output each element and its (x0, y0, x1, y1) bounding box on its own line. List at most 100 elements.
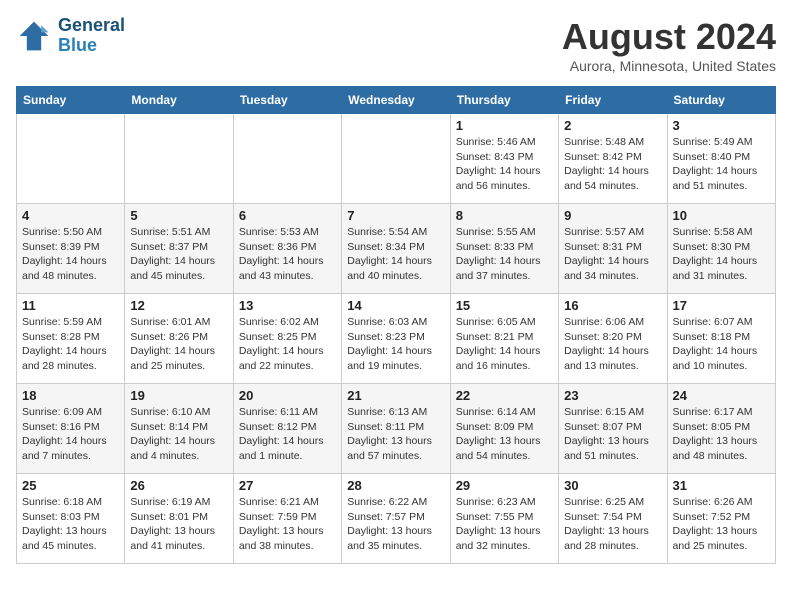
calendar-cell: 27 Sunrise: 6:21 AM Sunset: 7:59 PM Dayli… (233, 474, 341, 564)
day-info: Sunrise: 6:17 AM Sunset: 8:05 PM Dayligh… (673, 405, 770, 464)
month-title: August 2024 (562, 16, 776, 58)
day-number: 15 (456, 298, 553, 313)
day-number: 29 (456, 478, 553, 493)
day-number: 16 (564, 298, 661, 313)
calendar-week-row: 4 Sunrise: 5:50 AM Sunset: 8:39 PM Daylig… (17, 204, 776, 294)
day-number: 23 (564, 388, 661, 403)
day-info: Sunrise: 6:25 AM Sunset: 7:54 PM Dayligh… (564, 495, 661, 554)
calendar-cell: 9 Sunrise: 5:57 AM Sunset: 8:31 PM Daylig… (559, 204, 667, 294)
day-number: 19 (130, 388, 227, 403)
logo-icon (16, 18, 52, 54)
calendar-cell: 7 Sunrise: 5:54 AM Sunset: 8:34 PM Daylig… (342, 204, 450, 294)
day-number: 25 (22, 478, 119, 493)
calendar-cell: 10 Sunrise: 5:58 AM Sunset: 8:30 PM Dayli… (667, 204, 775, 294)
day-number: 27 (239, 478, 336, 493)
calendar-cell: 13 Sunrise: 6:02 AM Sunset: 8:25 PM Dayli… (233, 294, 341, 384)
day-info: Sunrise: 6:23 AM Sunset: 7:55 PM Dayligh… (456, 495, 553, 554)
calendar-cell: 31Sunrise: 6:26 AM Sunset: 7:52 PM Dayli… (667, 474, 775, 564)
day-info: Sunrise: 6:02 AM Sunset: 8:25 PM Dayligh… (239, 315, 336, 374)
weekday-header: Wednesday (342, 87, 450, 114)
calendar-cell (17, 114, 125, 204)
calendar-cell (125, 114, 233, 204)
weekday-header: Tuesday (233, 87, 341, 114)
weekday-header: Sunday (17, 87, 125, 114)
calendar-cell: 1 Sunrise: 5:46 AM Sunset: 8:43 PM Daylig… (450, 114, 558, 204)
calendar-cell: 30 Sunrise: 6:25 AM Sunset: 7:54 PM Dayli… (559, 474, 667, 564)
day-info: Sunrise: 5:53 AM Sunset: 8:36 PM Dayligh… (239, 225, 336, 284)
day-number: 13 (239, 298, 336, 313)
day-number: 20 (239, 388, 336, 403)
calendar-cell: 18 Sunrise: 6:09 AM Sunset: 8:16 PM Dayli… (17, 384, 125, 474)
day-info: Sunrise: 6:11 AM Sunset: 8:12 PM Dayligh… (239, 405, 336, 464)
day-info: Sunrise: 5:46 AM Sunset: 8:43 PM Dayligh… (456, 135, 553, 194)
day-number: 1 (456, 118, 553, 133)
day-number: 30 (564, 478, 661, 493)
day-info: Sunrise: 6:22 AM Sunset: 7:57 PM Dayligh… (347, 495, 444, 554)
calendar-cell: 8 Sunrise: 5:55 AM Sunset: 8:33 PM Daylig… (450, 204, 558, 294)
calendar-cell (342, 114, 450, 204)
title-block: August 2024 Aurora, Minnesota, United St… (562, 16, 776, 74)
weekday-header: Friday (559, 87, 667, 114)
day-number: 26 (130, 478, 227, 493)
calendar-cell: 14Sunrise: 6:03 AM Sunset: 8:23 PM Dayli… (342, 294, 450, 384)
day-number: 7 (347, 208, 444, 223)
day-info: Sunrise: 6:15 AM Sunset: 8:07 PM Dayligh… (564, 405, 661, 464)
page-header: General Blue August 2024 Aurora, Minneso… (16, 16, 776, 74)
calendar-table: SundayMondayTuesdayWednesdayThursdayFrid… (16, 86, 776, 564)
day-info: Sunrise: 5:49 AM Sunset: 8:40 PM Dayligh… (673, 135, 770, 194)
day-info: Sunrise: 5:54 AM Sunset: 8:34 PM Dayligh… (347, 225, 444, 284)
calendar-cell: 17 Sunrise: 6:07 AM Sunset: 8:18 PM Dayli… (667, 294, 775, 384)
calendar-week-row: 1 Sunrise: 5:46 AM Sunset: 8:43 PM Daylig… (17, 114, 776, 204)
day-number: 8 (456, 208, 553, 223)
calendar-cell (233, 114, 341, 204)
logo-text: General Blue (58, 16, 125, 56)
day-number: 12 (130, 298, 227, 313)
day-info: Sunrise: 5:50 AM Sunset: 8:39 PM Dayligh… (22, 225, 119, 284)
day-info: Sunrise: 6:01 AM Sunset: 8:26 PM Dayligh… (130, 315, 227, 374)
day-info: Sunrise: 6:05 AM Sunset: 8:21 PM Dayligh… (456, 315, 553, 374)
calendar-cell: 2Sunrise: 5:48 AM Sunset: 8:42 PM Daylig… (559, 114, 667, 204)
day-info: Sunrise: 5:59 AM Sunset: 8:28 PM Dayligh… (22, 315, 119, 374)
day-info: Sunrise: 6:21 AM Sunset: 7:59 PM Dayligh… (239, 495, 336, 554)
calendar-week-row: 25 Sunrise: 6:18 AM Sunset: 8:03 PM Dayli… (17, 474, 776, 564)
calendar-week-row: 11 Sunrise: 5:59 AM Sunset: 8:28 PM Dayli… (17, 294, 776, 384)
calendar-cell: 16Sunrise: 6:06 AM Sunset: 8:20 PM Dayli… (559, 294, 667, 384)
day-number: 31 (673, 478, 770, 493)
weekday-header-row: SundayMondayTuesdayWednesdayThursdayFrid… (17, 87, 776, 114)
calendar-cell: 25 Sunrise: 6:18 AM Sunset: 8:03 PM Dayli… (17, 474, 125, 564)
day-number: 11 (22, 298, 119, 313)
day-info: Sunrise: 6:19 AM Sunset: 8:01 PM Dayligh… (130, 495, 227, 554)
day-info: Sunrise: 6:18 AM Sunset: 8:03 PM Dayligh… (22, 495, 119, 554)
calendar-cell: 15 Sunrise: 6:05 AM Sunset: 8:21 PM Dayli… (450, 294, 558, 384)
calendar-cell: 26 Sunrise: 6:19 AM Sunset: 8:01 PM Dayli… (125, 474, 233, 564)
day-info: Sunrise: 5:58 AM Sunset: 8:30 PM Dayligh… (673, 225, 770, 284)
day-number: 28 (347, 478, 444, 493)
day-number: 10 (673, 208, 770, 223)
calendar-cell: 23 Sunrise: 6:15 AM Sunset: 8:07 PM Dayli… (559, 384, 667, 474)
day-number: 2 (564, 118, 661, 133)
day-number: 22 (456, 388, 553, 403)
day-info: Sunrise: 5:57 AM Sunset: 8:31 PM Dayligh… (564, 225, 661, 284)
day-number: 9 (564, 208, 661, 223)
calendar-cell: 19 Sunrise: 6:10 AM Sunset: 8:14 PM Dayli… (125, 384, 233, 474)
day-info: Sunrise: 6:10 AM Sunset: 8:14 PM Dayligh… (130, 405, 227, 464)
calendar-cell: 21Sunrise: 6:13 AM Sunset: 8:11 PM Dayli… (342, 384, 450, 474)
day-info: Sunrise: 6:03 AM Sunset: 8:23 PM Dayligh… (347, 315, 444, 374)
day-info: Sunrise: 6:07 AM Sunset: 8:18 PM Dayligh… (673, 315, 770, 374)
day-number: 17 (673, 298, 770, 313)
day-number: 18 (22, 388, 119, 403)
weekday-header: Saturday (667, 87, 775, 114)
calendar-cell: 29 Sunrise: 6:23 AM Sunset: 7:55 PM Dayli… (450, 474, 558, 564)
calendar-cell: 11 Sunrise: 5:59 AM Sunset: 8:28 PM Dayli… (17, 294, 125, 384)
day-info: Sunrise: 5:55 AM Sunset: 8:33 PM Dayligh… (456, 225, 553, 284)
day-number: 4 (22, 208, 119, 223)
weekday-header: Thursday (450, 87, 558, 114)
calendar-cell: 28 Sunrise: 6:22 AM Sunset: 7:57 PM Dayli… (342, 474, 450, 564)
calendar-cell: 5Sunrise: 5:51 AM Sunset: 8:37 PM Daylig… (125, 204, 233, 294)
calendar-cell: 4 Sunrise: 5:50 AM Sunset: 8:39 PM Daylig… (17, 204, 125, 294)
day-number: 24 (673, 388, 770, 403)
day-info: Sunrise: 6:09 AM Sunset: 8:16 PM Dayligh… (22, 405, 119, 464)
calendar-cell: 3Sunrise: 5:49 AM Sunset: 8:40 PM Daylig… (667, 114, 775, 204)
day-number: 5 (130, 208, 227, 223)
calendar-cell: 20 Sunrise: 6:11 AM Sunset: 8:12 PM Dayli… (233, 384, 341, 474)
